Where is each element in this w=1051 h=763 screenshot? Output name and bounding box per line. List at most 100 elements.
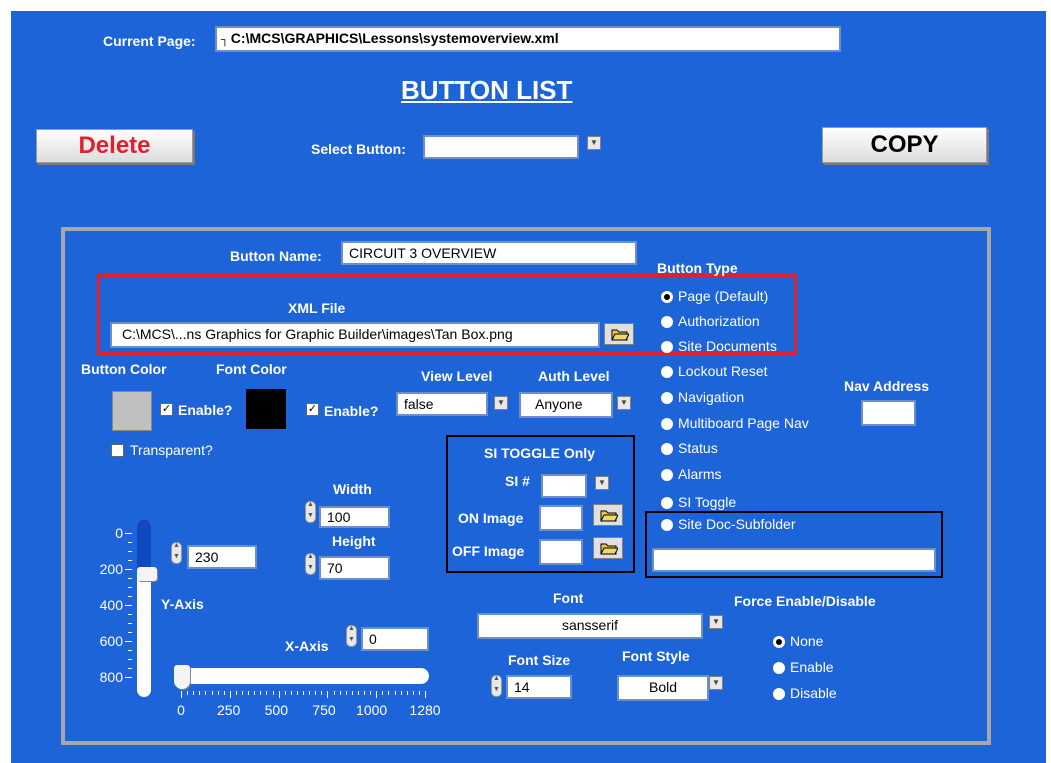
x-axis-tick-mark: [205, 691, 207, 695]
chevron-down-icon[interactable]: ▼: [587, 136, 601, 150]
button-name-input[interactable]: CIRCUIT 3 OVERVIEW: [341, 241, 637, 265]
x-axis-tick-mark: [315, 691, 317, 695]
y-axis-tick-mark: [128, 596, 132, 597]
button-type-radio[interactable]: [661, 341, 673, 353]
x-axis-tick-mark: [266, 691, 268, 695]
chevron-down-icon[interactable]: ▼: [709, 615, 723, 629]
height-spinner-icon[interactable]: [305, 553, 316, 575]
y-axis-input[interactable]: 230: [187, 545, 257, 569]
x-axis-tick-mark: [400, 691, 402, 695]
button-type-option-label: Authorization: [678, 313, 760, 329]
x-axis-tick-mark: [181, 691, 182, 698]
button-type-radio[interactable]: [661, 443, 673, 455]
font-color-enable-checkbox[interactable]: ✓: [306, 403, 319, 416]
button-list-window: Current Page: ┐ C:\MCS\GRAPHICS\Lessons\s…: [11, 11, 1046, 763]
auth-level-label: Auth Level: [538, 368, 610, 384]
x-axis-tick-mark: [229, 691, 231, 698]
font-size-input[interactable]: 14: [506, 675, 572, 699]
x-axis-tick-mark: [370, 691, 372, 695]
view-level-label: View Level: [421, 368, 493, 384]
font-color-swatch[interactable]: [246, 389, 286, 429]
subfolder-input[interactable]: [652, 548, 936, 572]
button-color-enable-checkbox[interactable]: ✓: [160, 403, 173, 416]
force-option-radio[interactable]: [773, 688, 785, 700]
y-axis-tick-mark: [128, 632, 132, 633]
force-option-label: None: [790, 633, 824, 649]
button-type-radio[interactable]: [661, 291, 673, 303]
x-axis-tick-mark: [242, 691, 243, 695]
y-axis-tick-label: 800: [99, 669, 123, 685]
font-color-label: Font Color: [216, 361, 287, 377]
folder-open-icon[interactable]: [593, 504, 623, 526]
x-axis-slider-handle[interactable]: [174, 665, 190, 689]
chevron-down-icon[interactable]: ▼: [617, 396, 631, 410]
si-number-label: SI #: [505, 473, 530, 489]
y-axis-tick-mark: [128, 650, 132, 651]
on-image-label: ON Image: [458, 510, 524, 526]
font-color-enable-label: Enable?: [324, 403, 379, 419]
force-option-radio[interactable]: [773, 662, 785, 674]
y-axis-tick-mark: [128, 587, 132, 588]
width-spinner-icon[interactable]: [305, 501, 316, 523]
button-type-radio[interactable]: [661, 316, 673, 328]
x-axis-tick-mark: [388, 691, 390, 695]
transparent-checkbox[interactable]: [111, 444, 124, 457]
x-axis-tick-mark: [272, 691, 274, 695]
nav-address-input[interactable]: [861, 400, 916, 426]
select-button-dropdown[interactable]: [423, 135, 579, 159]
button-name-label: Button Name:: [230, 248, 322, 264]
y-axis-spinner-icon[interactable]: [171, 542, 182, 564]
font-style-label: Font Style: [622, 648, 690, 664]
x-axis-spinner-icon[interactable]: [346, 625, 357, 647]
x-axis-tick-mark: [357, 691, 359, 695]
button-type-radio[interactable]: [661, 418, 673, 430]
on-image-input[interactable]: [539, 505, 583, 531]
font-dropdown[interactable]: sansserif: [477, 613, 703, 639]
chevron-down-icon[interactable]: ▼: [709, 676, 723, 690]
font-style-dropdown[interactable]: Bold: [617, 675, 709, 701]
y-axis-slider-handle[interactable]: [137, 567, 157, 581]
folder-open-icon[interactable]: [604, 323, 634, 345]
view-level-dropdown[interactable]: false: [396, 392, 488, 416]
x-axis-tick-mark: [418, 691, 420, 695]
chevron-down-icon[interactable]: ▼: [494, 396, 508, 410]
y-axis-tick-mark: [128, 578, 132, 579]
x-axis-tick-mark: [199, 691, 201, 695]
si-number-dropdown[interactable]: [541, 474, 587, 498]
delete-button[interactable]: Delete: [36, 129, 193, 163]
height-label: Height: [332, 533, 376, 549]
button-type-radio[interactable]: [661, 497, 673, 509]
font-size-spinner-icon[interactable]: [491, 675, 502, 697]
button-type-radio[interactable]: [661, 392, 673, 404]
y-axis-slider-fill: [137, 519, 151, 571]
y-axis-tick-label: 0: [115, 525, 123, 541]
width-input[interactable]: 100: [319, 506, 390, 528]
button-type-radio[interactable]: [661, 469, 673, 481]
x-axis-tick-mark: [296, 691, 298, 695]
button-type-radio[interactable]: [661, 366, 673, 378]
force-option-radio[interactable]: [773, 636, 785, 648]
xml-file-input[interactable]: C:\MCS\...ns Graphics for Graphic Builde…: [110, 322, 600, 348]
height-input[interactable]: 70: [319, 556, 390, 580]
x-axis-input[interactable]: 0: [361, 627, 429, 651]
chevron-down-icon[interactable]: ▼: [595, 476, 609, 490]
x-axis-tick-mark: [260, 691, 262, 695]
copy-button[interactable]: COPY: [822, 127, 987, 163]
x-axis-tick-mark: [412, 691, 414, 695]
x-axis-tick-mark: [278, 691, 280, 698]
button-type-option-label: Multiboard Page Nav: [678, 415, 809, 431]
button-color-label: Button Color: [81, 361, 167, 377]
current-page-field[interactable]: ┐ C:\MCS\GRAPHICS\Lessons\systemoverview.…: [215, 26, 841, 52]
auth-level-dropdown[interactable]: Anyone: [519, 392, 613, 418]
x-axis-tick-mark: [364, 691, 365, 695]
button-color-swatch[interactable]: [112, 391, 152, 431]
transparent-label: Transparent?: [130, 442, 213, 458]
x-axis-tick-mark: [223, 691, 225, 695]
y-axis-tick-mark: [125, 533, 132, 534]
x-axis-slider-track[interactable]: [175, 668, 429, 684]
off-image-input[interactable]: [539, 539, 583, 565]
y-axis-tick-mark: [128, 542, 132, 543]
x-axis-tick-mark: [333, 691, 335, 695]
folder-open-icon[interactable]: [593, 537, 623, 559]
x-axis-tick-label: 1280: [409, 702, 441, 718]
